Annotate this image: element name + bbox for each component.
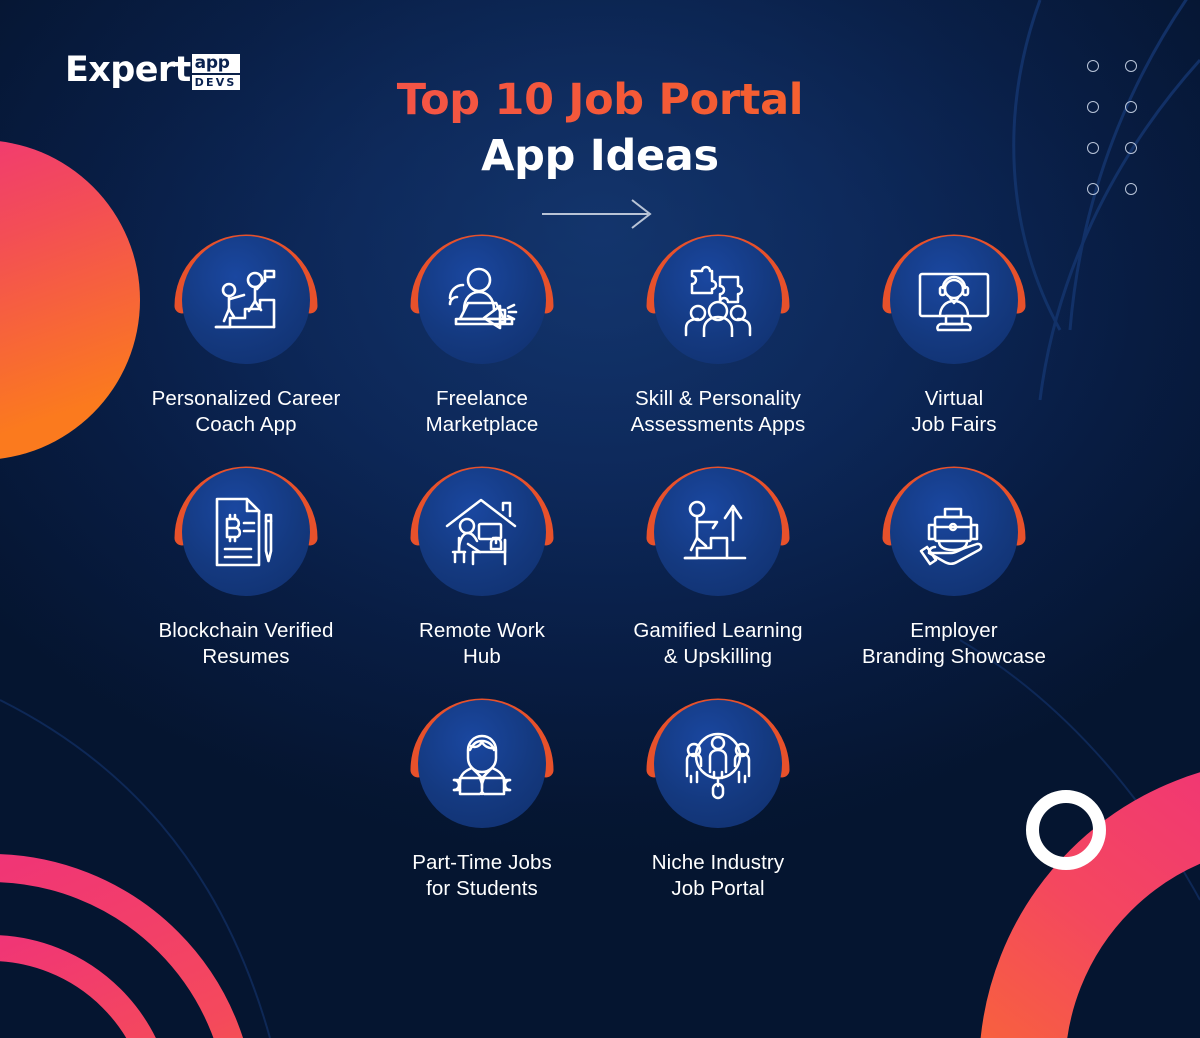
idea-label: Niche Industry Job Portal (651, 851, 785, 900)
idea-label: Part-Time Jobs for Students (412, 851, 552, 900)
idea-label: Blockchain Verified Resumes (158, 619, 334, 668)
idea-card-niche-industry-job-portal[interactable]: Niche Industry Job Portal (600, 698, 836, 902)
idea-card-virtual-job-fairs[interactable]: Virtual Job Fairs (836, 234, 1072, 438)
hand-briefcase-icon (890, 468, 1018, 596)
idea-label: Employer Branding Showcase (861, 619, 1047, 668)
logo-word-app: app (191, 54, 240, 73)
idea-card-personalized-career-coach-app[interactable]: Personalized Career Coach App (128, 234, 364, 438)
idea-label: Personalized Career Coach App (151, 387, 341, 436)
title-line-1: Top 10 Job Portal (0, 72, 1200, 128)
idea-card-remote-work-hub[interactable]: Remote Work Hub (364, 466, 600, 670)
idea-label: Skill & Personality Assessments Apps (630, 387, 806, 436)
person-steps-up-arrow-icon (654, 468, 782, 596)
freelancer-laptop-megaphone-icon (418, 236, 546, 364)
idea-badge (882, 234, 1026, 364)
monitor-headset-person-icon (890, 236, 1018, 364)
ideas-row-3: Part-Time Jobs for Students Niche Indust… (0, 698, 1200, 902)
idea-label: Gamified Learning & Upskilling (633, 619, 803, 668)
career-coach-steps-icon (182, 236, 310, 364)
idea-badge (410, 698, 554, 828)
idea-label: Virtual Job Fairs (911, 387, 997, 436)
idea-card-gamified-learning-upskilling[interactable]: Gamified Learning & Upskilling (600, 466, 836, 670)
bitcoin-document-pen-icon (182, 468, 310, 596)
infographic-canvas: Expert app DEVS Top 10 Job Portal App Id… (0, 0, 1200, 1038)
idea-card-part-time-jobs-for-students[interactable]: Part-Time Jobs for Students (364, 698, 600, 902)
home-office-desk-icon (418, 468, 546, 596)
idea-badge (882, 466, 1026, 596)
idea-badge (646, 234, 790, 364)
idea-card-freelance-marketplace[interactable]: Freelance Marketplace (364, 234, 600, 438)
magnifier-people-search-icon (654, 700, 782, 828)
idea-badge (410, 466, 554, 596)
puzzle-people-group-icon (654, 236, 782, 364)
idea-card-employer-branding-showcase[interactable]: Employer Branding Showcase (836, 466, 1072, 670)
idea-label: Remote Work Hub (418, 619, 546, 668)
ideas-row-1: Personalized Career Coach App Freelance … (0, 234, 1200, 438)
title-line-2: App Ideas (481, 131, 719, 181)
idea-badge (646, 466, 790, 596)
idea-card-skill-personality-assessments-apps[interactable]: Skill & Personality Assessments Apps (600, 234, 836, 438)
idea-badge (174, 234, 318, 364)
student-reading-book-icon (418, 700, 546, 828)
idea-badge (174, 466, 318, 596)
idea-card-blockchain-verified-resumes[interactable]: Blockchain Verified Resumes (128, 466, 364, 670)
ideas-row-2: Blockchain Verified Resumes Remote Work … (0, 466, 1200, 670)
idea-label: Freelance Marketplace (425, 387, 539, 436)
idea-badge (646, 698, 790, 828)
idea-badge (410, 234, 554, 364)
arrow-right-icon (0, 198, 1200, 235)
page-title: Top 10 Job Portal App Ideas (0, 72, 1200, 184)
ideas-grid: Personalized Career Coach App Freelance … (0, 234, 1200, 902)
